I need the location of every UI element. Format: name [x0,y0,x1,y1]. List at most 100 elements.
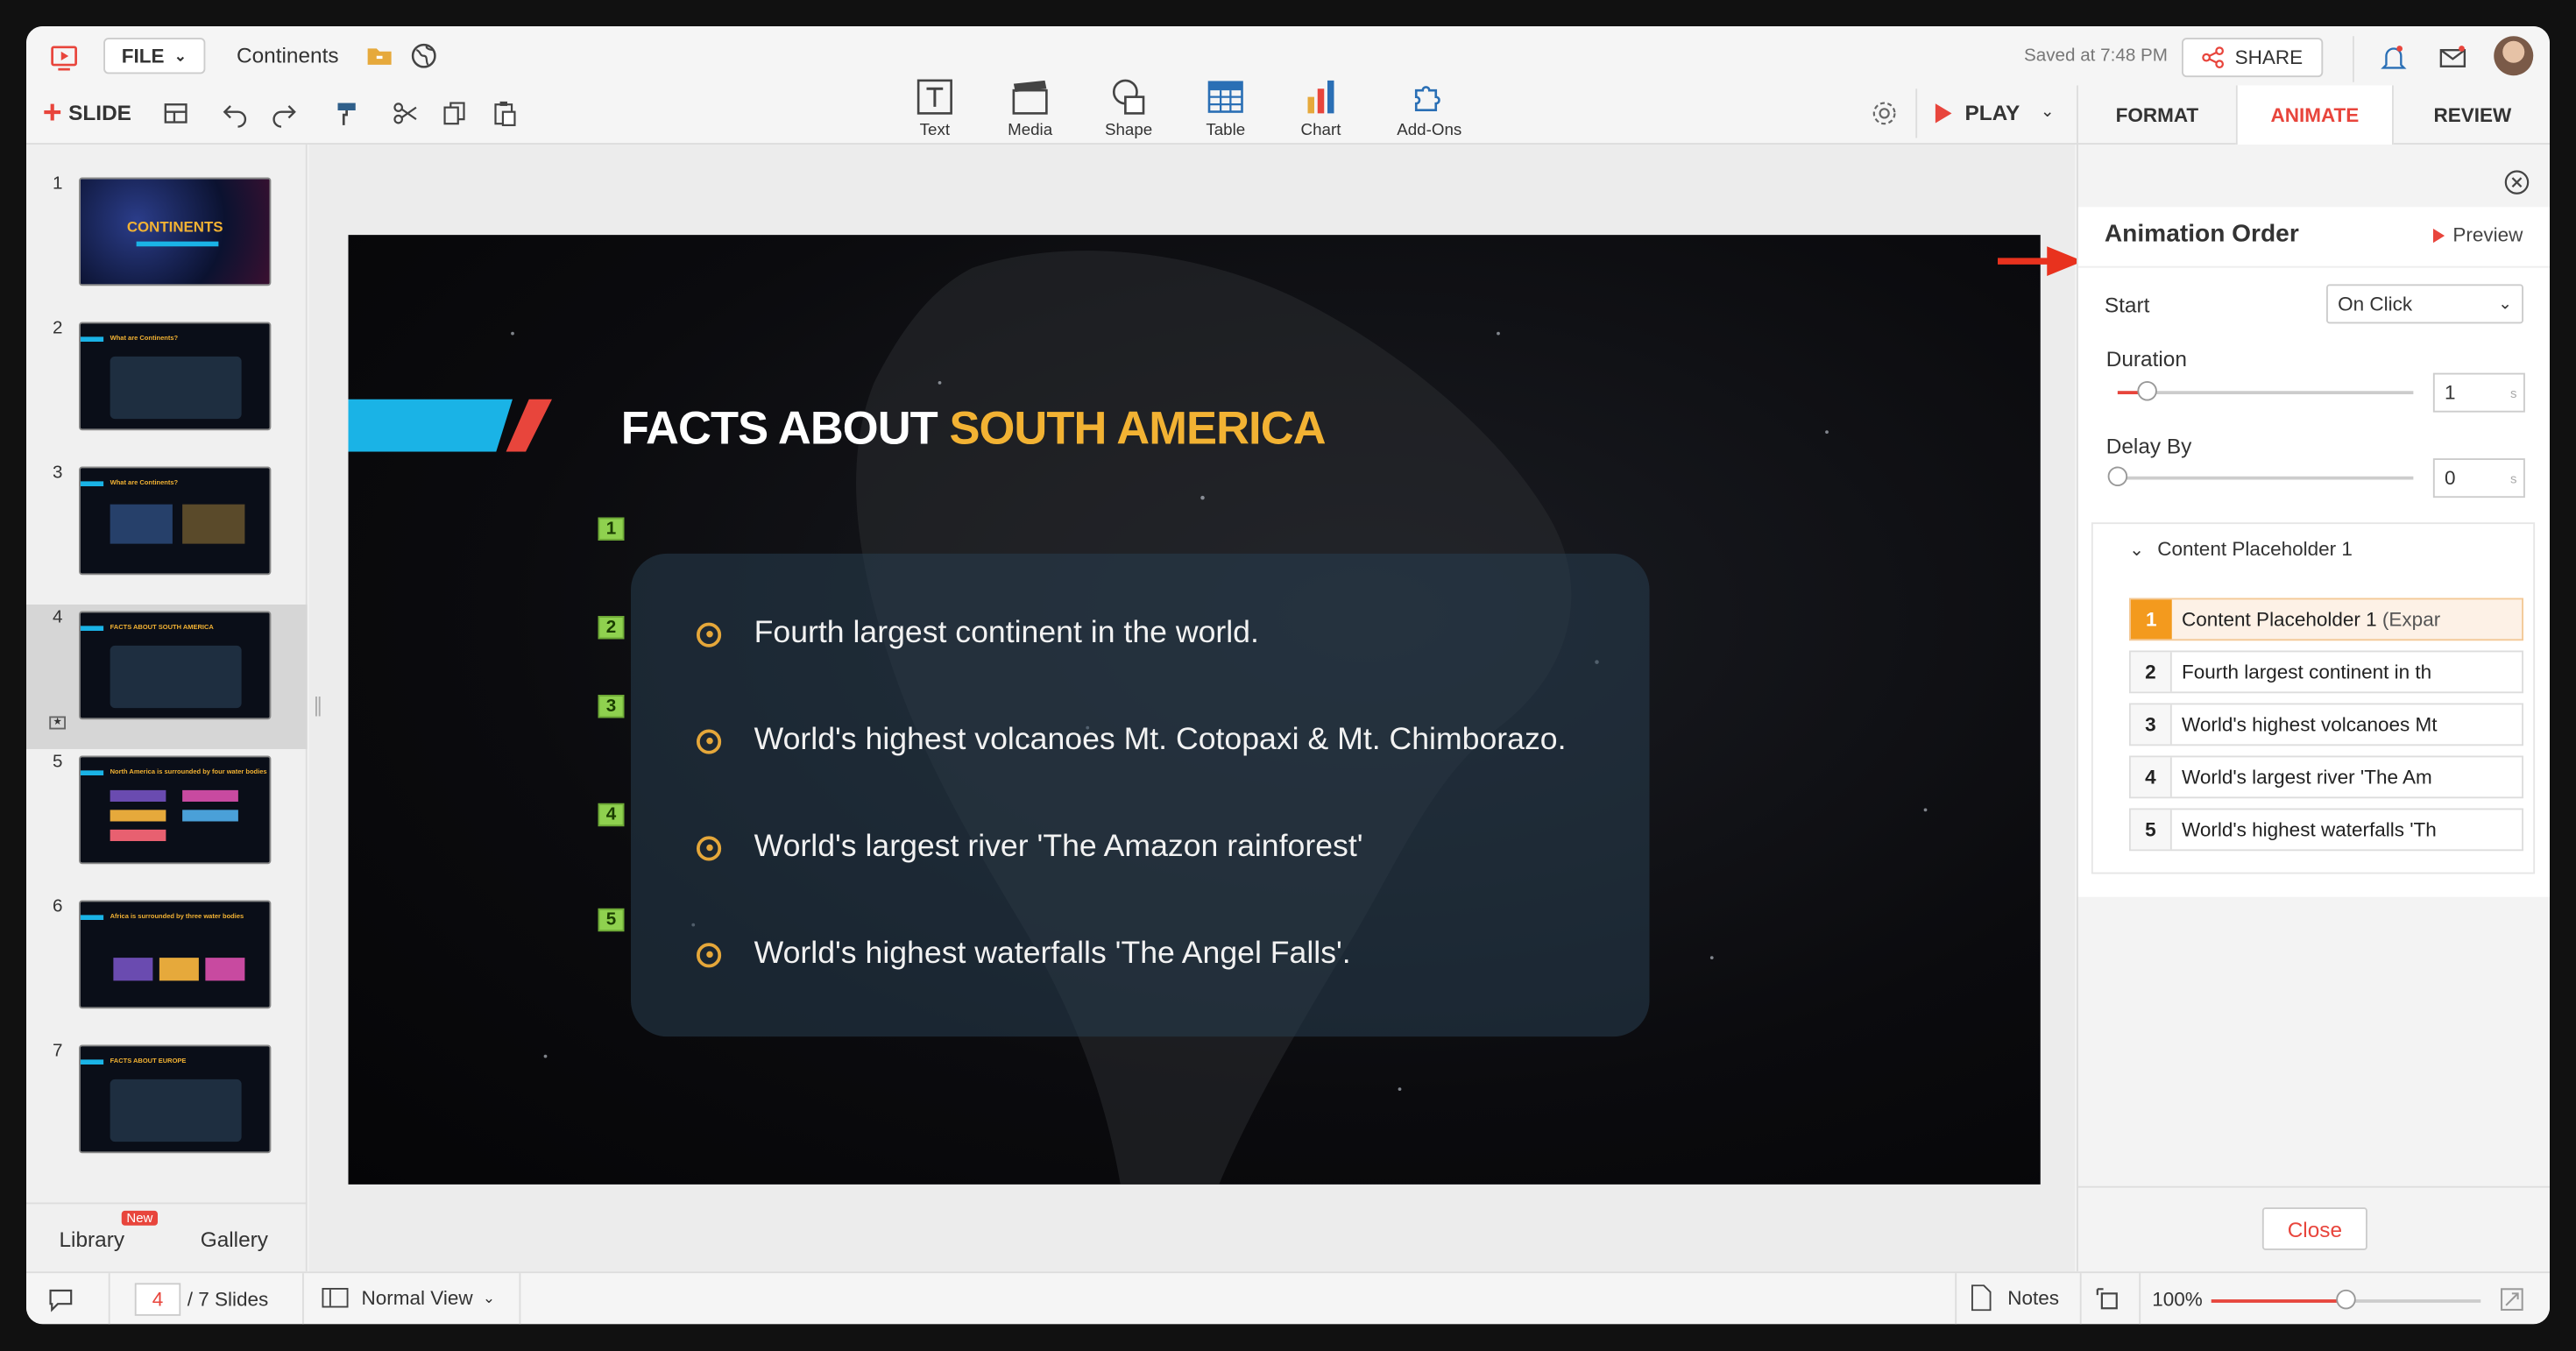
slide-preview-title: What are Continents? [110,477,179,486]
plus-icon: + [42,94,62,131]
fullscreen-icon[interactable] [2494,1282,2530,1318]
animation-list-item[interactable]: 3 World's highest volcanoes Mt [2129,703,2523,746]
notification-bell-icon[interactable] [2375,39,2411,75]
play-label: PLAY [1964,100,2020,125]
delay-input[interactable]: 0s [2432,458,2525,499]
settings-gear-icon[interactable] [1866,95,1902,131]
current-slide-input[interactable]: 4 [134,1283,181,1316]
slide-preview-box [110,789,166,802]
mail-icon[interactable] [2435,39,2471,75]
user-avatar[interactable] [2494,36,2534,76]
format-painter-icon[interactable] [329,95,364,131]
content-placeholder[interactable]: Fourth largest continent in the world. Wo… [631,553,1650,1037]
slide-preview-title: FACTS ABOUT SOUTH AMERICA [110,622,214,631]
preview-button[interactable]: Preview [2432,223,2523,246]
paste-icon[interactable] [486,95,522,131]
animation-list-item[interactable]: 4 World's largest river 'The Am [2129,755,2523,799]
animation-list-item[interactable]: 2 Fourth largest continent in th [2129,650,2523,694]
animation-list-item[interactable]: 1 Content Placeholder 1 (Expar [2129,598,2523,641]
saved-status: Saved at 7:48 PM [2024,46,2168,67]
duration-input[interactable]: 1s [2432,372,2525,413]
bullet-item[interactable]: Fourth largest continent in the world. [697,616,1259,652]
animation-order-tag[interactable]: 2 [598,616,625,640]
chevron-down-icon: ⌄ [482,1288,496,1305]
delay-label: Delay By [2105,434,2192,459]
comments-icon[interactable] [43,1282,79,1318]
duration-slider-track[interactable] [2117,381,2414,401]
slide-preview-bar [80,915,104,920]
slide-thumbnail[interactable]: 5 North America is surrounded by four wat… [26,749,308,894]
slide-preview-box [182,504,245,544]
slide-thumbnail[interactable]: 1 CONTINENTS [26,171,308,315]
tab-animate[interactable]: ANIMATE [2235,85,2394,145]
animation-order-tag[interactable]: 4 [598,803,625,827]
new-slide-button[interactable]: + SLIDE [42,94,131,131]
bullet-text: World's highest volcanoes Mt. Cotopaxi &… [754,723,1567,758]
close-button[interactable]: Close [2261,1207,2367,1250]
slide-preview-bar [80,770,104,775]
delay-value: 0 [2445,466,2456,490]
notes-button[interactable]: Notes [1971,1284,2059,1312]
close-panel-icon[interactable] [2499,165,2535,201]
slide-preview-title: Africa is surrounded by three water bodi… [110,911,244,920]
slide-thumbnail[interactable]: 4 FACTS ABOUT SOUTH AMERICA ★ [26,605,308,749]
layout-icon[interactable] [158,95,194,131]
zoom-slider-handle[interactable] [2336,1289,2356,1310]
redo-icon[interactable] [266,95,302,131]
library-tab[interactable]: Library [60,1227,125,1252]
tab-format[interactable]: FORMAT [2078,86,2236,145]
delay-slider-track[interactable] [2107,466,2414,486]
bullet-item[interactable]: World's largest river 'The Amazon rainfo… [697,830,1363,866]
insert-text-button[interactable]: Text [894,75,976,139]
delay-slider-handle[interactable] [2107,466,2128,486]
zoom-slider-track[interactable] [2211,1289,2481,1310]
animation-order-tag[interactable]: 3 [598,695,625,718]
slide-number: 1 [53,173,63,195]
duration-slider-handle[interactable] [2137,381,2157,401]
document-title[interactable]: Continents [237,43,339,67]
insert-shape-button[interactable]: Shape [1087,75,1170,139]
folder-icon[interactable] [362,38,398,74]
table-icon [1207,81,1243,113]
slide-thumbnail[interactable]: 2 What are Continents? [26,315,308,460]
play-button[interactable]: PLAY [1935,100,2020,125]
insert-table-button[interactable]: Table [1185,75,1267,139]
status-bar: 4 / 7 Slides Normal View ⌄ Notes 100% [26,1271,2550,1325]
start-select[interactable]: On Click ⌄ [2326,284,2523,324]
animation-order-tag[interactable]: 1 [598,517,625,541]
undo-icon[interactable] [217,95,253,131]
animation-order-tag[interactable]: 5 [598,908,625,932]
animation-group-header[interactable]: ⌄ Content Placeholder 1 [2129,537,2353,560]
gallery-tab[interactable]: Gallery [201,1227,268,1252]
insert-addons-button[interactable]: Add-Ons [1388,75,1470,139]
scissors-icon[interactable] [388,95,424,131]
slide-number: 6 [53,896,63,917]
slide-thumbnail[interactable]: 7 FACTS ABOUT EUROPE [26,1038,308,1183]
divider [2077,265,2550,268]
slide-thumbnail[interactable]: 6 Africa is surrounded by three water bod… [26,894,308,1038]
play-options-chevron-icon[interactable]: ⌄ [2041,103,2055,122]
insert-media-button[interactable]: Media [989,75,1072,139]
share-button[interactable]: SHARE [2182,38,2324,78]
slide-thumbnail[interactable]: 3 What are Continents? [26,460,308,605]
slide-title[interactable]: FACTS ABOUT SOUTH AMERICA [621,402,1327,455]
tab-review[interactable]: REVIEW [2394,86,2550,145]
globe-icon[interactable] [406,38,442,74]
app-logo-icon[interactable] [46,39,82,75]
pane-resize-handle[interactable] [315,697,321,717]
animation-list-item[interactable]: 5 World's highest waterfalls 'Th [2129,808,2523,852]
delay-unit: s [2510,470,2517,486]
file-menu-button[interactable]: FILE ⌄ [103,38,205,74]
copy-icon[interactable] [437,95,473,131]
insert-chart-button[interactable]: Chart [1280,75,1362,139]
chevron-down-icon: ⌄ [173,46,187,64]
slide-preview-box [182,810,238,822]
play-icon [2432,227,2445,243]
bullet-item[interactable]: World's highest volcanoes Mt. Cotopaxi &… [697,723,1566,759]
fit-to-window-icon[interactable] [2090,1282,2126,1318]
bullet-item[interactable]: World's highest waterfalls 'The Angel Fa… [697,937,1351,973]
slide-canvas[interactable]: FACTS ABOUT SOUTH AMERICA 1 2 3 4 5 Fourth l… [348,235,2041,1185]
view-mode-select[interactable]: Normal View ⌄ [322,1286,496,1309]
title-accent-stripes [348,399,552,452]
share-label: SHARE [2234,46,2304,69]
